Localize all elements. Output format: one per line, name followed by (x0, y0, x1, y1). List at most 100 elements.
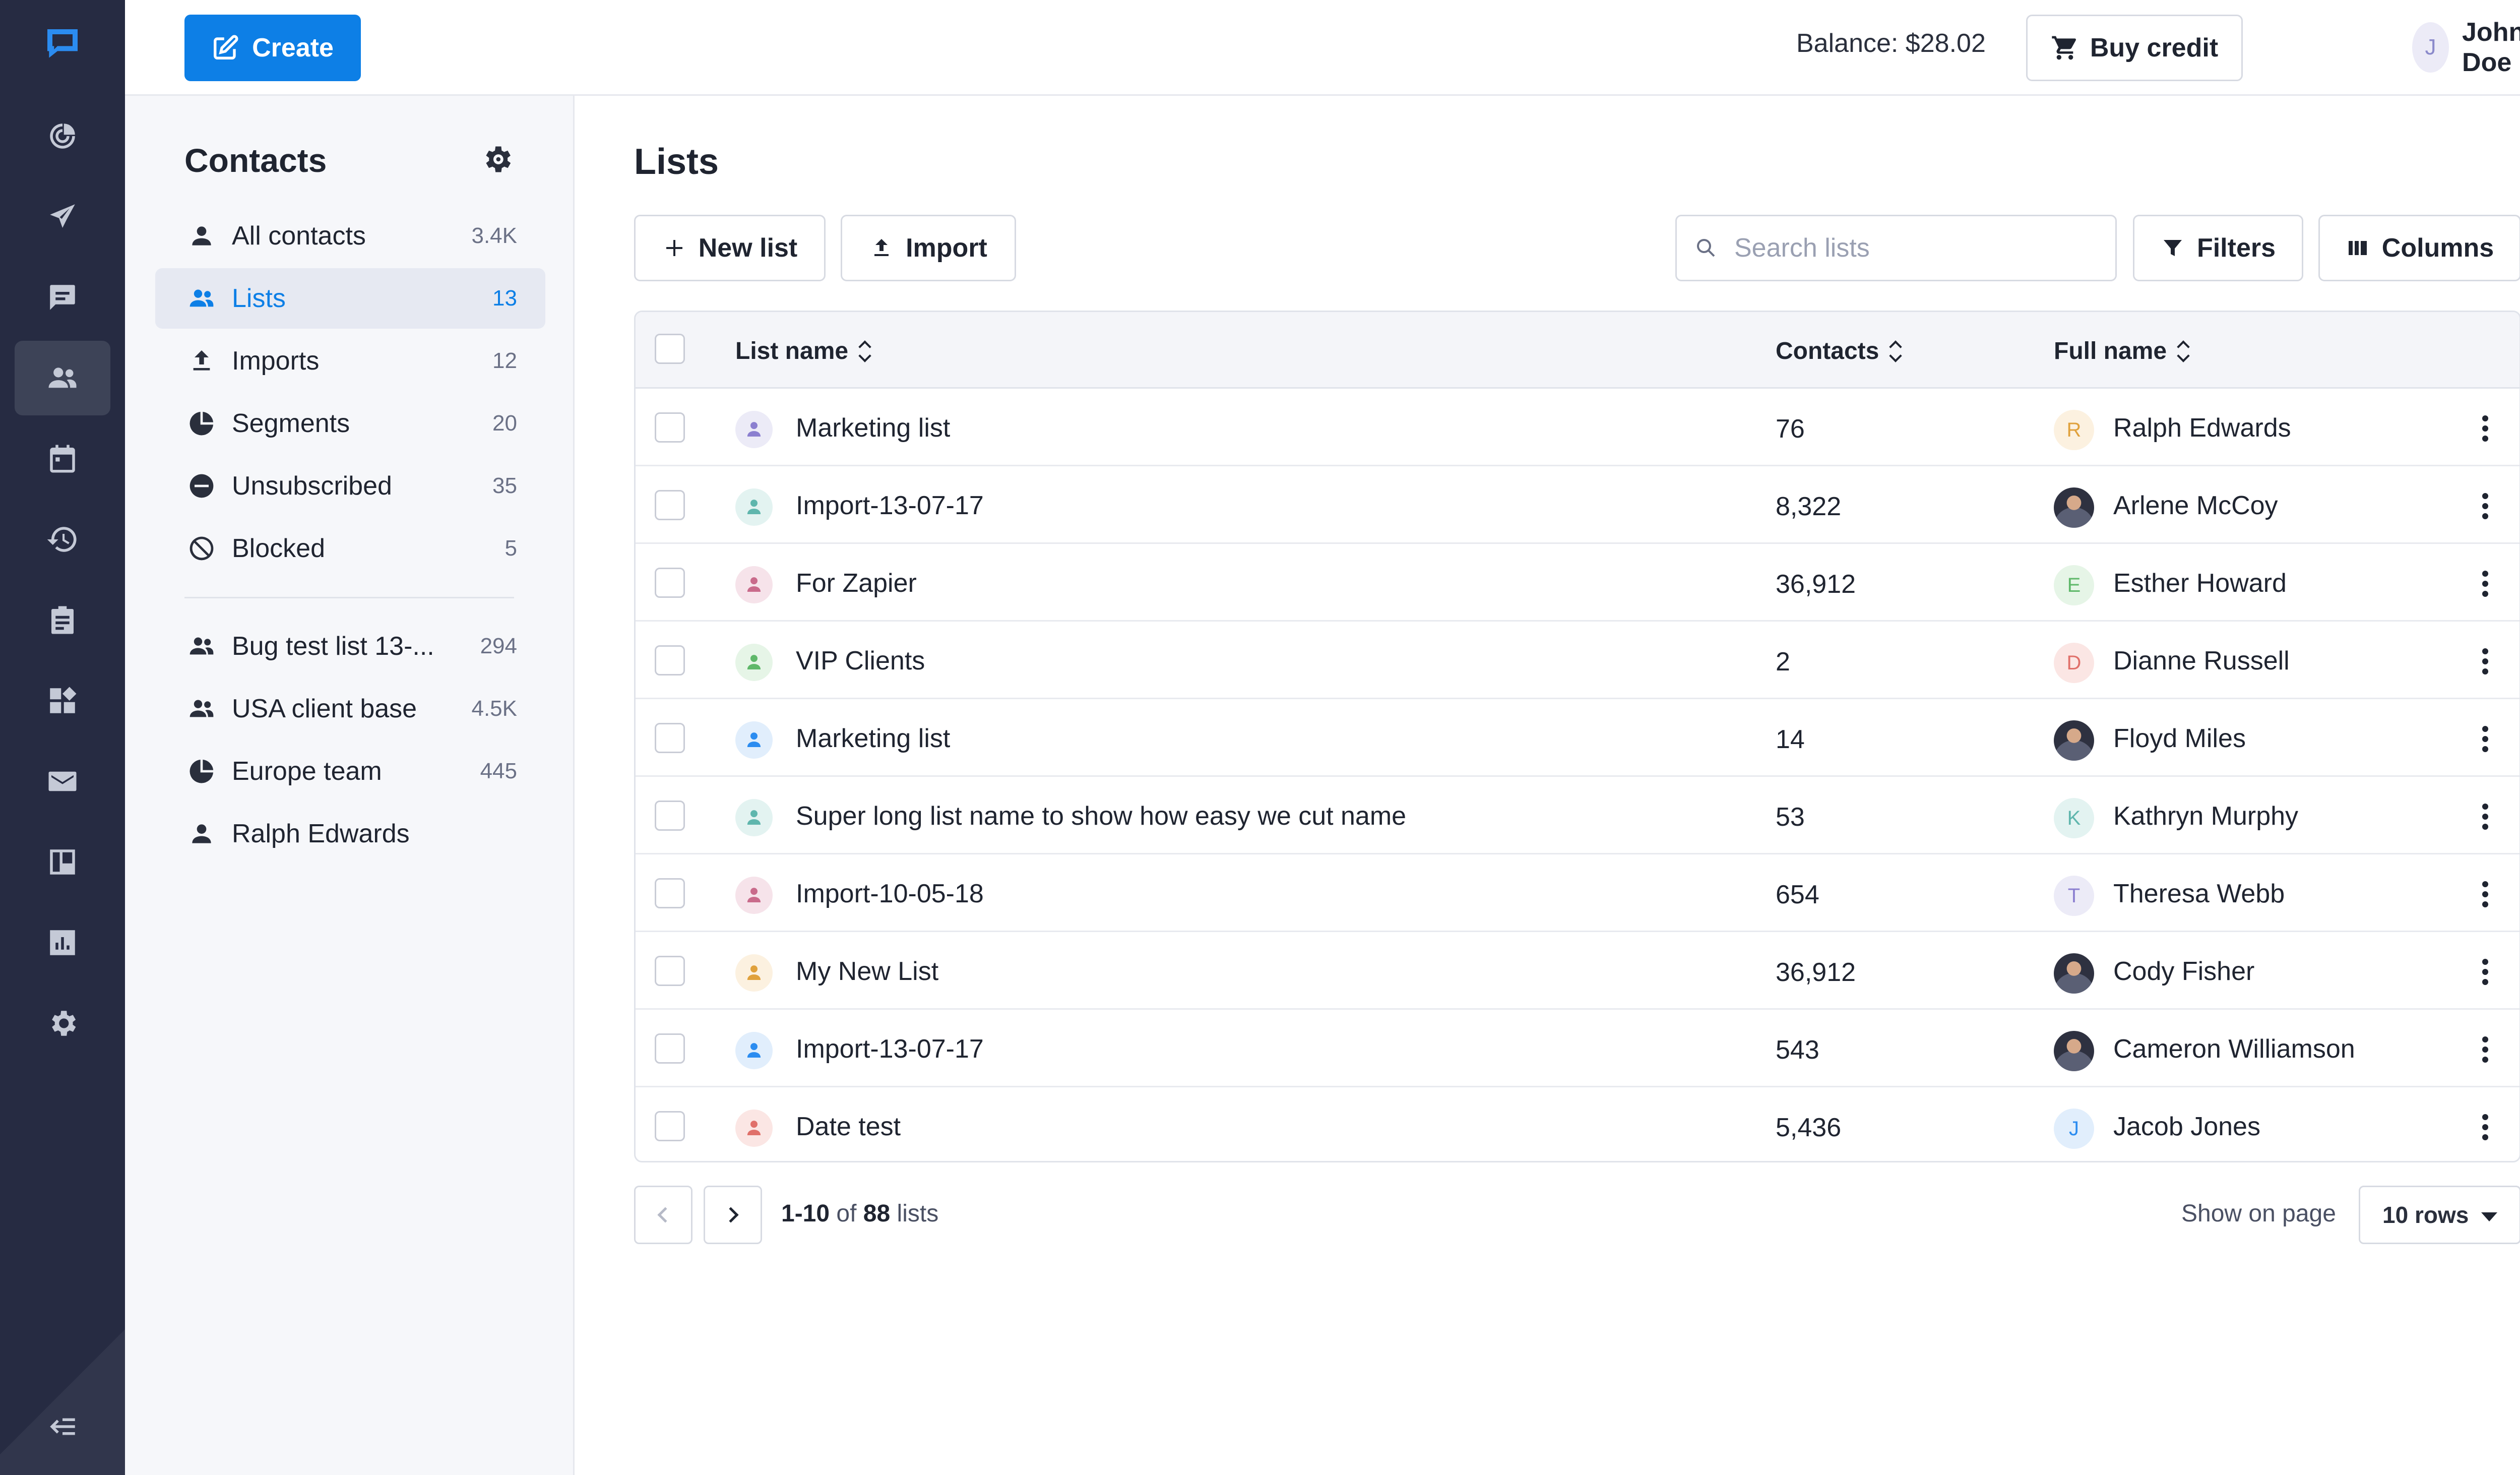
table-row[interactable]: For Zapier 36,912 E Esther Howard (636, 544, 2519, 622)
apps-icon[interactable] (15, 663, 110, 738)
columns-button[interactable]: Columns (2318, 215, 2520, 281)
pagination-of: of (836, 1200, 857, 1227)
sidebar-item-unsubscribed[interactable]: Unsubscribed 35 (155, 456, 545, 516)
list-person-icon (735, 644, 773, 681)
list-name[interactable]: Super long list name to show how easy we… (796, 801, 1406, 831)
select-all-checkbox[interactable] (655, 334, 685, 364)
column-header-list-name[interactable]: List name (735, 337, 871, 365)
sidebar-item-count: 4.5K (471, 696, 517, 721)
list-name[interactable]: VIP Clients (796, 646, 925, 676)
row-checkbox[interactable] (655, 1033, 685, 1064)
table-row[interactable]: My New List 36,912 Cody Fisher (636, 932, 2519, 1010)
sidebar-item-ralph-edwards[interactable]: Ralph Edwards (155, 804, 545, 864)
import-button[interactable]: Import (841, 215, 1016, 281)
sidebar-item-europe-team[interactable]: Europe team 445 (155, 741, 545, 802)
more-options-icon[interactable] (2470, 488, 2500, 524)
list-name[interactable]: Date test (796, 1112, 901, 1142)
more-options-icon[interactable] (2470, 566, 2500, 601)
list-name[interactable]: My New List (796, 956, 938, 987)
full-name: Dianne Russell (2113, 646, 2290, 675)
more-options-icon[interactable] (2470, 799, 2500, 834)
table-row[interactable]: Import-13-07-17 8,322 Arlene McCoy (636, 466, 2519, 544)
row-checkbox[interactable] (655, 568, 685, 598)
list-name[interactable]: Import-10-05-18 (796, 879, 984, 909)
contacts-count: 76 (1776, 414, 1805, 444)
row-checkbox[interactable] (655, 1111, 685, 1141)
group-icon (187, 632, 216, 660)
column-header-contacts[interactable]: Contacts (1776, 337, 1902, 365)
sidebar-item-blocked[interactable]: Blocked 5 (155, 518, 545, 579)
user-menu[interactable]: J John Doe (2412, 18, 2520, 77)
settings-icon[interactable] (15, 986, 110, 1061)
sidebar-item-usa-client-base[interactable]: USA client base 4.5K (155, 679, 545, 739)
previous-page-button[interactable] (634, 1186, 692, 1244)
send-icon[interactable] (15, 179, 110, 254)
sidebar-item-label: USA client base (232, 694, 417, 723)
group-icon (187, 284, 216, 313)
create-label: Create (252, 33, 334, 63)
list-name[interactable]: Import-13-07-17 (796, 1034, 984, 1064)
rows-per-page-select[interactable]: 10 rows (2359, 1186, 2520, 1244)
logo-icon[interactable] (15, 7, 110, 82)
list-person-icon (735, 877, 773, 914)
row-checkbox[interactable] (655, 723, 685, 753)
column-header-label: Full name (2054, 338, 2167, 364)
avatar (2054, 720, 2094, 761)
next-page-button[interactable] (704, 1186, 762, 1244)
list-name[interactable]: For Zapier (796, 568, 917, 598)
sidebar-item-lists[interactable]: Lists 13 (155, 268, 545, 329)
chart-icon[interactable] (15, 905, 110, 980)
row-checkbox[interactable] (655, 956, 685, 986)
sidebar-item-segments[interactable]: Segments 20 (155, 393, 545, 454)
board-icon[interactable] (15, 825, 110, 899)
row-checkbox[interactable] (655, 490, 685, 520)
mail-icon[interactable] (15, 744, 110, 819)
table-row[interactable]: Import-10-05-18 654 T Theresa Webb (636, 854, 2519, 932)
more-options-icon[interactable] (2470, 721, 2500, 757)
calendar-icon[interactable] (15, 421, 110, 496)
more-options-icon[interactable] (2470, 954, 2500, 990)
more-options-icon[interactable] (2470, 1032, 2500, 1067)
list-name[interactable]: Import-13-07-17 (796, 490, 984, 521)
new-list-button[interactable]: New list (634, 215, 826, 281)
avatar: D (2054, 643, 2094, 683)
table-row[interactable]: Marketing list 76 R Ralph Edwards (636, 389, 2519, 466)
row-checkbox[interactable] (655, 412, 685, 443)
sidebar-item-bug-test-list[interactable]: Bug test list 13-... 294 (155, 616, 545, 677)
column-header-full-name[interactable]: Full name (2054, 337, 2190, 365)
list-name[interactable]: Marketing list (796, 413, 950, 443)
chat-icon[interactable] (15, 260, 110, 335)
clipboard-icon[interactable] (15, 583, 110, 657)
history-icon[interactable] (15, 502, 110, 577)
more-options-icon[interactable] (2470, 877, 2500, 912)
row-checkbox[interactable] (655, 878, 685, 908)
more-options-icon[interactable] (2470, 411, 2500, 446)
collapse-icon[interactable] (15, 1389, 110, 1464)
gear-icon[interactable] (480, 142, 514, 176)
sidebar-item-label: Lists (232, 284, 286, 313)
table-row[interactable]: Date test 5,436 J Jacob Jones (636, 1087, 2519, 1161)
contacts-icon[interactable] (15, 341, 110, 415)
buy-credit-label: Buy credit (2090, 33, 2219, 63)
pie-icon (187, 409, 216, 438)
create-button[interactable]: Create (184, 15, 361, 81)
dashboard-icon[interactable] (15, 99, 110, 173)
more-options-icon[interactable] (2470, 1110, 2500, 1145)
avatar (2054, 487, 2094, 528)
sidebar-item-imports[interactable]: Imports 12 (155, 331, 545, 391)
table-row[interactable]: Marketing list 14 Floyd Miles (636, 699, 2519, 777)
filters-button[interactable]: Filters (2133, 215, 2303, 281)
buy-credit-button[interactable]: Buy credit (2026, 15, 2243, 81)
row-checkbox[interactable] (655, 801, 685, 831)
filter-icon (2163, 240, 2182, 256)
table-row[interactable]: VIP Clients 2 D Dianne Russell (636, 622, 2519, 699)
list-name[interactable]: Marketing list (796, 723, 950, 754)
table-row[interactable]: Super long list name to show how easy we… (636, 777, 2519, 854)
table-row[interactable]: Import-13-07-17 543 Cameron Williamson (636, 1010, 2519, 1087)
sidebar-item-all-contacts[interactable]: All contacts 3.4K (155, 206, 545, 266)
upload-icon (187, 347, 216, 375)
search-input[interactable] (1734, 223, 2097, 273)
more-options-icon[interactable] (2470, 644, 2500, 679)
balance-text: Balance: $28.02 (1796, 29, 1986, 58)
row-checkbox[interactable] (655, 645, 685, 675)
